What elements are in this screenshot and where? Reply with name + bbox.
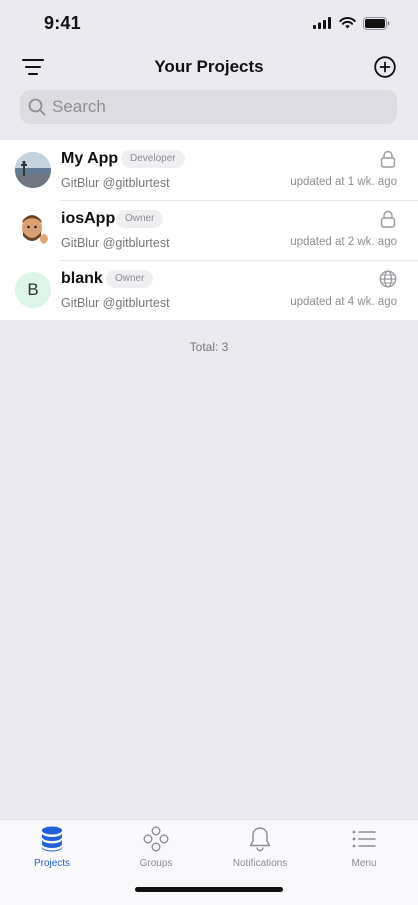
status-time: 9:41 [44, 12, 81, 33]
globe-icon [379, 270, 397, 288]
list-icon [352, 830, 376, 848]
tab-label: Groups [139, 858, 173, 869]
navigation-bar: Your Projects [0, 48, 418, 86]
project-updated: updated at 2 wk. ago [290, 236, 397, 248]
role-badge: Owner [106, 270, 154, 288]
project-name: iosApp [61, 210, 116, 227]
page-title: Your Projects [154, 57, 264, 76]
search-bar[interactable] [20, 90, 397, 124]
project-avatar [15, 152, 51, 188]
landscape-photo-icon [15, 152, 51, 188]
project-updated: updated at 4 wk. ago [290, 296, 397, 308]
project-avatar-letter: B [15, 272, 51, 308]
groups-icon [143, 826, 169, 852]
tab-groups[interactable]: Groups [111, 826, 201, 869]
tab-label: Menu [351, 858, 377, 869]
tab-label: Notifications [232, 858, 288, 869]
tab-notifications[interactable]: Notifications [215, 826, 305, 869]
tab-menu[interactable]: Menu [319, 826, 409, 869]
filter-icon[interactable] [22, 58, 44, 76]
tab-projects[interactable]: Projects [7, 826, 97, 869]
role-badge: Developer [121, 150, 185, 168]
role-badge: Owner [116, 210, 164, 228]
cellular-signal-icon [313, 17, 331, 29]
project-owner: GitBlur @gitblurtest [61, 176, 170, 190]
memoji-icon [15, 212, 51, 248]
project-updated: updated at 1 wk. ago [290, 176, 397, 188]
lock-icon [380, 150, 396, 168]
battery-icon [363, 16, 390, 30]
project-list: My App Developer GitBlur @gitblurtest up… [0, 140, 418, 320]
project-row[interactable]: B blank Owner GitBlur @gitblurtest updat… [0, 260, 418, 320]
search-input[interactable] [52, 97, 372, 117]
search-icon [28, 98, 46, 116]
database-icon [42, 826, 62, 852]
wifi-icon [339, 17, 356, 29]
project-avatar [15, 212, 51, 248]
project-owner: GitBlur @gitblurtest [61, 296, 170, 310]
project-name: My App [61, 150, 119, 167]
home-indicator [135, 887, 283, 892]
add-project-icon[interactable] [374, 56, 396, 78]
tab-bar: Projects Groups Notifications Menu [0, 819, 418, 905]
status-icons [313, 16, 390, 30]
total-count: Total: 3 [189, 340, 229, 354]
tab-label: Projects [33, 858, 71, 869]
lock-icon [380, 210, 396, 228]
project-owner: GitBlur @gitblurtest [61, 236, 170, 250]
project-row[interactable]: My App Developer GitBlur @gitblurtest up… [0, 140, 418, 200]
bell-icon [249, 827, 271, 852]
status-bar: 9:41 [0, 0, 418, 46]
project-name: blank [61, 270, 103, 287]
project-row[interactable]: iosApp Owner GitBlur @gitblurtest update… [0, 200, 418, 260]
